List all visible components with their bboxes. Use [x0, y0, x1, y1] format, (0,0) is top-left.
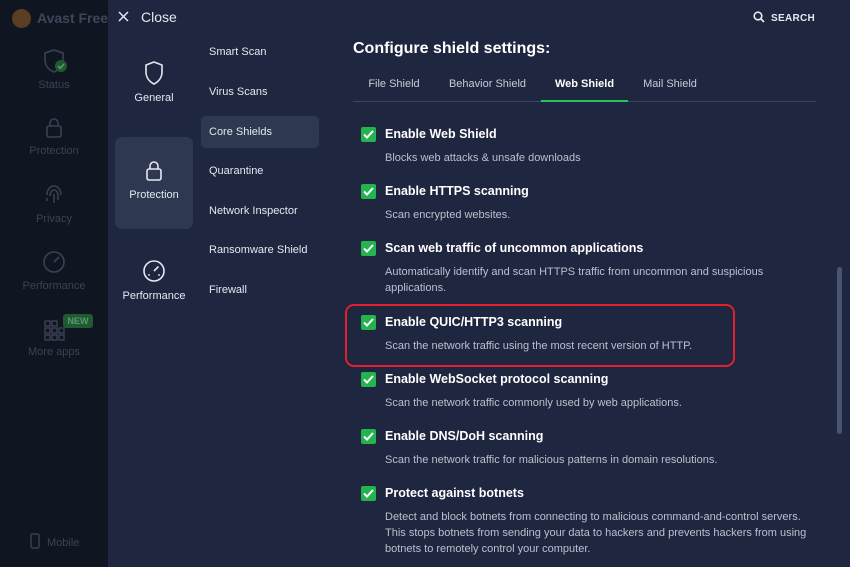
bg-nav-status-label: Status — [38, 79, 70, 91]
category-protection-label: Protection — [129, 189, 179, 201]
bg-nav-mobile-label: Mobile — [47, 536, 80, 549]
https-scanning-checkbox[interactable] — [361, 184, 376, 199]
subnav-core-shields[interactable]: Core Shields — [201, 116, 319, 148]
quic-http3-checkbox[interactable] — [361, 315, 376, 330]
lock-icon — [0, 116, 108, 140]
category-performance[interactable]: Performance — [115, 258, 193, 308]
option-label[interactable]: Enable WebSocket protocol scanning — [385, 372, 608, 386]
shield-tabs: File Shield Behavior Shield Web Shield M… — [353, 74, 816, 102]
shield-check-icon — [0, 48, 108, 74]
subnav-ransomware-shield[interactable]: Ransomware Shield — [201, 234, 319, 266]
close-label: Close — [141, 9, 177, 25]
tab-behavior-shield[interactable]: Behavior Shield — [447, 74, 528, 102]
option-description: Blocks web attacks & unsafe downloads — [385, 152, 581, 164]
uncommon-apps-checkbox[interactable] — [361, 241, 376, 256]
category-general[interactable]: General — [115, 58, 193, 118]
speedometer-icon — [115, 258, 193, 284]
bg-nav-protection-label: Protection — [29, 145, 79, 157]
new-badge: NEW — [63, 314, 93, 328]
checkmark-icon — [363, 318, 374, 327]
bg-nav-more-apps-label: More apps — [28, 346, 80, 358]
fingerprint-icon — [0, 182, 108, 208]
checkmark-icon — [363, 244, 374, 253]
subnav-firewall[interactable]: Firewall — [201, 274, 319, 306]
close-button[interactable]: Close — [118, 8, 177, 26]
checkmark-icon — [363, 489, 374, 498]
search-icon — [753, 11, 765, 26]
checkmark-icon — [363, 187, 374, 196]
option-https-scanning: Enable HTTPS scanning Scan encrypted web… — [361, 184, 816, 224]
search-button[interactable]: SEARCH — [753, 11, 815, 26]
option-uncommon-apps: Scan web traffic of uncommon application… — [361, 241, 816, 297]
bg-nav-privacy-label: Privacy — [35, 213, 73, 225]
checkmark-icon — [363, 432, 374, 441]
search-label: SEARCH — [771, 13, 816, 24]
option-botnets: Protect against botnets Detect and block… — [361, 486, 816, 558]
bg-nav-performance-label: Performance — [22, 280, 86, 292]
category-general-label: General — [134, 92, 174, 104]
dns-doh-checkbox[interactable] — [361, 429, 376, 444]
subnav-virus-scans[interactable]: Virus Scans — [201, 76, 319, 108]
close-icon — [118, 9, 129, 25]
option-websocket: Enable WebSocket protocol scanning Scan … — [361, 372, 816, 412]
option-description: Scan encrypted websites. — [385, 209, 511, 221]
option-description: Scan the network traffic for malicious p… — [385, 454, 718, 466]
option-quic-http3: Enable QUIC/HTTP3 scanning Scan the netw… — [361, 315, 816, 355]
shield-icon — [115, 60, 193, 86]
mobile-phone-icon — [30, 533, 40, 552]
websocket-checkbox[interactable] — [361, 372, 376, 387]
tab-file-shield[interactable]: File Shield — [366, 74, 422, 102]
checkmark-icon — [363, 130, 374, 139]
botnets-checkbox[interactable] — [361, 486, 376, 501]
option-description: Scan the network traffic commonly used b… — [385, 397, 682, 409]
bg-nav-performance: Performance — [0, 249, 108, 292]
option-dns-doh: Enable DNS/DoH scanning Scan the network… — [361, 429, 816, 469]
category-protection[interactable]: Protection — [115, 137, 193, 229]
subnav-network-inspector[interactable]: Network Inspector — [201, 195, 319, 227]
bg-nav-privacy: Privacy — [0, 182, 108, 225]
subnav-quarantine[interactable]: Quarantine — [201, 155, 319, 187]
option-label[interactable]: Protect against botnets — [385, 486, 524, 500]
option-description: Scan the network traffic using the most … — [385, 340, 693, 352]
option-label[interactable]: Scan web traffic of uncommon application… — [385, 241, 643, 255]
subnav-smart-scan[interactable]: Smart Scan — [201, 36, 319, 68]
avast-logo-icon — [12, 8, 31, 28]
option-web-shield: Enable Web Shield Blocks web attacks & u… — [361, 127, 816, 167]
bg-nav-protection: Protection — [0, 116, 108, 157]
option-description: Automatically identify and scan HTTPS tr… — [385, 266, 764, 294]
option-description: Detect and block botnets from connecting… — [385, 511, 807, 555]
speedometer-icon — [0, 249, 108, 275]
option-label[interactable]: Enable DNS/DoH scanning — [385, 429, 543, 443]
tab-mail-shield[interactable]: Mail Shield — [641, 74, 699, 102]
content-scrollbar[interactable] — [837, 267, 842, 434]
app-brand: Avast Free A — [12, 6, 122, 30]
background-app-sidebar: Avast Free A Status Protection Privacy P… — [0, 0, 122, 567]
page-title: Configure shield settings: — [353, 40, 551, 57]
option-label[interactable]: Enable QUIC/HTTP3 scanning — [385, 315, 562, 329]
web-shield-checkbox[interactable] — [361, 127, 376, 142]
category-performance-label: Performance — [122, 290, 186, 302]
bg-nav-mobile: Mobile — [30, 533, 79, 552]
bg-nav-status: Status — [0, 48, 108, 91]
option-label[interactable]: Enable Web Shield — [385, 127, 497, 141]
option-label[interactable]: Enable HTTPS scanning — [385, 184, 529, 198]
tab-web-shield[interactable]: Web Shield — [541, 74, 628, 102]
checkmark-icon — [363, 375, 374, 384]
lock-icon — [115, 159, 193, 183]
